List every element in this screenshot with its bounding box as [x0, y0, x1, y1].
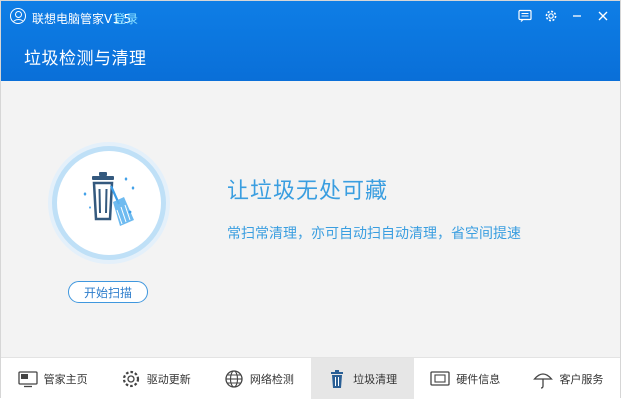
gear-icon: [121, 369, 141, 389]
nav-label: 驱动更新: [146, 372, 191, 386]
nav-item-network-check[interactable]: 网络检测: [207, 358, 310, 399]
page-title: 垃圾检测与清理: [24, 49, 147, 69]
titlebar: 联想电脑管家V1.5 登录: [1, 1, 620, 31]
window-controls: [516, 7, 612, 25]
bottom-nav: 管家主页 驱动更新 网络检测 垃圾清理 硬件信息 客户服务: [1, 357, 620, 399]
nav-item-home[interactable]: 管家主页: [1, 358, 104, 399]
hardware-icon: [430, 369, 450, 389]
close-button[interactable]: [594, 7, 612, 25]
trash-icon: [327, 369, 347, 389]
nav-label: 管家主页: [43, 372, 88, 386]
nav-item-junk-cleanup[interactable]: 垃圾清理: [310, 358, 414, 399]
nav-label: 垃圾清理: [353, 372, 398, 386]
nav-label: 客户服务: [559, 372, 604, 386]
umbrella-icon: [533, 369, 554, 389]
feedback-button[interactable]: [516, 7, 534, 25]
login-link[interactable]: 登录: [114, 10, 138, 27]
message-icon: [518, 9, 532, 22]
nav-item-customer-service[interactable]: 客户服务: [517, 358, 620, 399]
nav-item-driver-update[interactable]: 驱动更新: [104, 358, 207, 399]
headline: 让垃圾无处可藏: [227, 179, 389, 204]
close-icon: [598, 11, 608, 21]
start-scan-button[interactable]: 开始扫描: [68, 281, 148, 303]
nav-item-hardware-info[interactable]: 硬件信息: [414, 358, 517, 399]
nav-label: 硬件信息: [456, 372, 501, 386]
main-panel: 开始扫描 让垃圾无处可藏 常扫常清理，亦可自动扫自动清理，省空间提速: [1, 81, 620, 357]
description-text: 常扫常清理，亦可自动扫自动清理，省空间提速: [227, 226, 521, 242]
header: 联想电脑管家V1.5 登录 垃圾检测与清理: [1, 1, 620, 81]
monitor-icon: [17, 369, 38, 389]
cleanup-illustration: [48, 142, 170, 264]
globe-icon: [224, 369, 244, 389]
minimize-icon: [573, 15, 581, 17]
trash-broom-icon: [83, 172, 135, 226]
settings-button[interactable]: [542, 7, 560, 25]
user-avatar-icon[interactable]: [10, 8, 26, 24]
minimize-button[interactable]: [568, 7, 586, 25]
nav-label: 网络检测: [249, 372, 294, 386]
gear-icon: [545, 10, 557, 22]
app-window: 联想电脑管家V1.5 登录 垃圾检测与清理 开始扫描 让垃圾无处可藏 常扫常清理…: [0, 0, 621, 399]
